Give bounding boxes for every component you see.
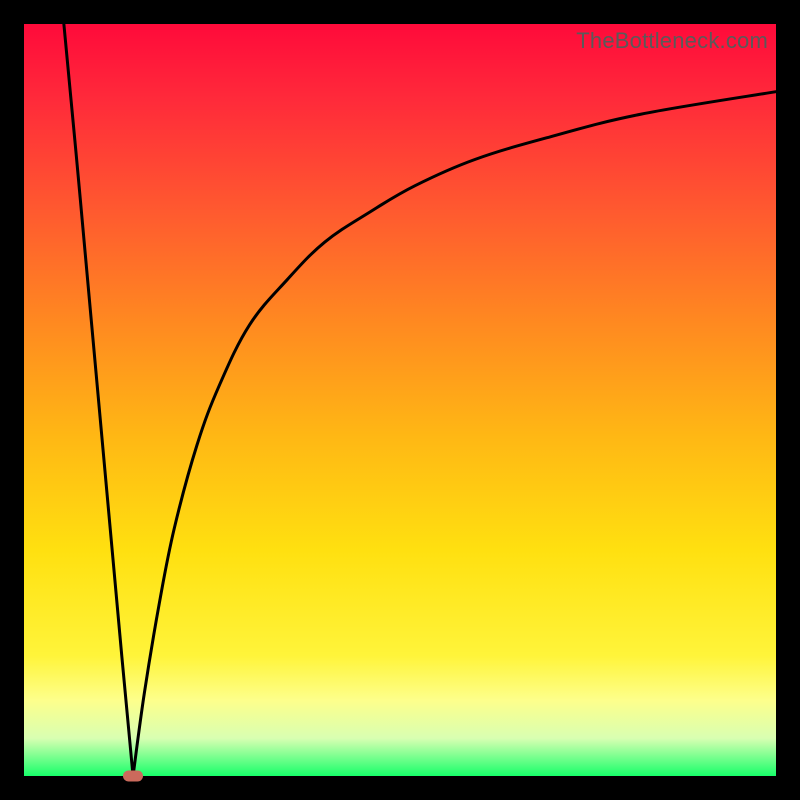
bottleneck-curve bbox=[24, 24, 776, 776]
chart-plot-area: TheBottleneck.com bbox=[24, 24, 776, 776]
minimum-marker-icon bbox=[123, 771, 143, 782]
chart-frame: TheBottleneck.com bbox=[0, 0, 800, 800]
